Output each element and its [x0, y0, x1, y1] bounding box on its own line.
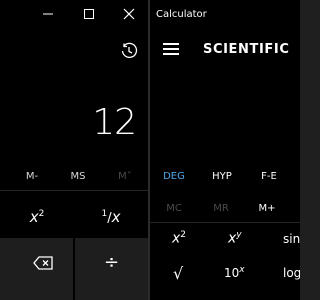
close-icon[interactable]: [121, 6, 137, 22]
reciprocal-button[interactable]: 1/x: [74, 192, 148, 236]
standard-calculator-window: 12 M- MS M˅ x2 1/x ÷: [0, 0, 148, 300]
angle-unit-toggle[interactable]: DEG: [154, 171, 194, 182]
divider: [0, 190, 148, 191]
divider: [150, 222, 300, 223]
x-power-exponent: y: [236, 230, 242, 240]
square-base: x: [29, 208, 39, 226]
memory-recall-button[interactable]: MR: [206, 203, 236, 214]
scientific-calculator-window: Calculator SCIENTIFIC DEG HYP F-E MC MR …: [150, 0, 300, 300]
square-exponent: 2: [38, 209, 45, 219]
memory-add-button[interactable]: M+: [252, 203, 282, 214]
ten-power-base: 10: [224, 266, 240, 280]
fixed-exponent-toggle[interactable]: F-E: [249, 171, 289, 182]
ten-power-x-button[interactable]: 10x: [224, 265, 245, 280]
x-squared-button[interactable]: x2: [172, 230, 186, 247]
sin-button[interactable]: sin: [283, 232, 300, 246]
memory-list-button[interactable]: M˅: [105, 171, 145, 182]
reciprocal-denominator: x: [111, 208, 121, 226]
maximize-icon[interactable]: [81, 6, 97, 22]
memory-clear-button[interactable]: MC: [159, 203, 189, 214]
memory-minus-button[interactable]: M-: [12, 171, 52, 182]
hyperbolic-toggle[interactable]: HYP: [202, 171, 242, 182]
display-value: 12: [92, 102, 137, 143]
mode-title: SCIENTIFIC: [203, 42, 290, 57]
ten-power-exponent: x: [239, 265, 245, 275]
history-icon[interactable]: [120, 42, 138, 60]
backspace-icon: [33, 256, 53, 270]
square-root-button[interactable]: √: [173, 264, 183, 283]
app-title: Calculator: [156, 9, 207, 20]
backspace-button[interactable]: [0, 238, 73, 300]
log-button[interactable]: log: [283, 266, 300, 280]
divide-label: ÷: [103, 252, 120, 273]
x-power-y-button[interactable]: xy: [228, 230, 242, 247]
x-squared-exponent: 2: [180, 230, 187, 240]
minimize-icon[interactable]: [40, 6, 56, 22]
hamburger-menu-icon[interactable]: [163, 43, 179, 58]
square-button[interactable]: x2: [0, 192, 74, 236]
divide-button[interactable]: ÷: [75, 238, 148, 300]
memory-store-button[interactable]: MS: [58, 171, 98, 182]
